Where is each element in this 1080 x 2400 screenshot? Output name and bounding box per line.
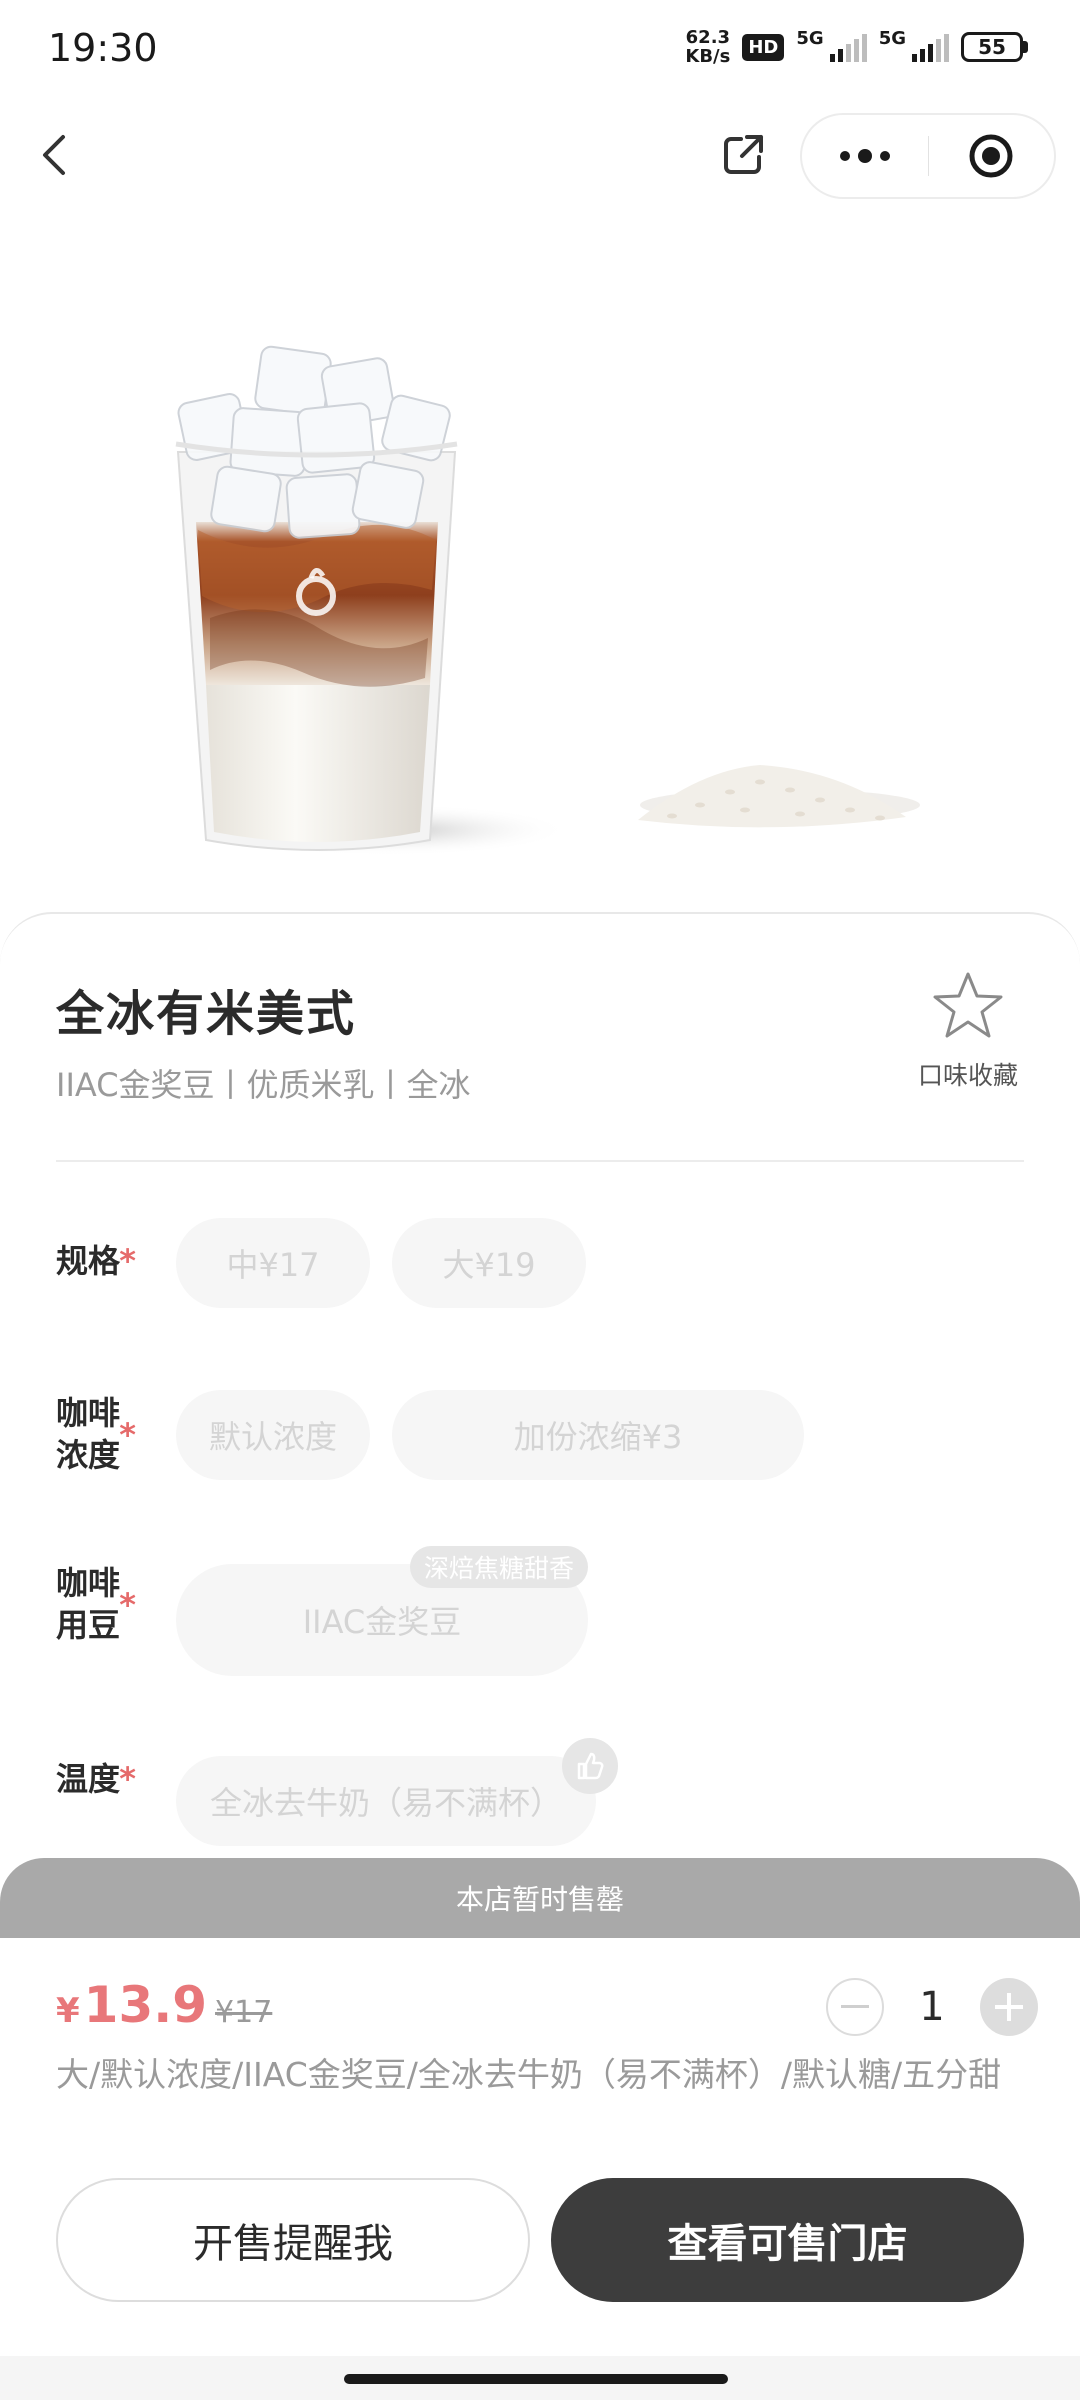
required-mark: *	[119, 1242, 137, 1280]
product-image	[0, 300, 1080, 880]
required-mark: *	[119, 1586, 137, 1624]
signal-icon	[829, 32, 867, 62]
price-row: ¥ 13.9 ¥17	[56, 1976, 272, 2034]
hd-icon: HD	[742, 33, 785, 61]
required-mark: *	[119, 1416, 137, 1454]
close-miniprogram-button[interactable]	[928, 115, 1054, 197]
original-price: ¥17	[215, 1995, 273, 2030]
back-button[interactable]	[20, 120, 90, 190]
strength-option-default[interactable]: 默认浓度	[176, 1390, 370, 1480]
selection-summary: 大/默认浓度/IIAC金奖豆/全冰去牛奶（易不满杯）/默认糖/五分甜	[56, 2055, 1002, 2094]
current-price: 13.9	[83, 1976, 208, 2034]
signal-icon	[912, 32, 949, 62]
more-button[interactable]	[802, 115, 928, 197]
checkout-panel: ¥ 13.9 ¥17 1 大/默认浓度/IIAC金奖豆/全冰去牛奶（易不满杯）/…	[0, 1938, 1080, 2400]
sale-reminder-button[interactable]: 开售提醒我	[56, 2178, 530, 2302]
more-dots-icon	[839, 149, 890, 163]
back-arrow-icon	[43, 135, 65, 175]
coffee-beans-label: 咖啡 用豆 *	[56, 1564, 137, 1644]
minus-icon	[841, 2005, 869, 2008]
plus-icon	[995, 1993, 1023, 2021]
status-bar: 19:30 62.3 KB/s HD 5G 5G 55	[0, 0, 1080, 100]
currency-symbol: ¥	[56, 1991, 80, 2031]
battery-icon: 55	[961, 32, 1028, 62]
divider	[56, 1160, 1024, 1162]
sold-out-banner: 本店暂时售罄	[0, 1858, 1080, 1938]
size-label: 规格 *	[56, 1242, 137, 1280]
network-type-label: 5G	[878, 28, 906, 49]
network-type-label: 5G	[796, 28, 824, 49]
beans-flavor-tag: 深焙焦糖甜香	[410, 1546, 589, 1588]
battery-level: 55	[961, 32, 1023, 62]
view-available-stores-button[interactable]: 查看可售门店	[551, 2178, 1024, 2302]
target-icon	[969, 134, 1013, 178]
temperature-option-full-ice[interactable]: 全冰去牛奶（易不满杯）	[176, 1756, 596, 1846]
star-icon	[933, 972, 1003, 1038]
favorite-label: 口味收藏	[917, 1061, 1018, 1090]
size-option-medium[interactable]: 中¥17	[176, 1218, 370, 1308]
product-tags: IIAC金奖豆丨优质米乳丨全冰	[56, 1066, 471, 1104]
share-button[interactable]	[710, 122, 776, 188]
product-detail-card: 全冰有米美式 IIAC金奖豆丨优质米乳丨全冰 口味收藏 规格 * 中¥17 大¥1…	[0, 912, 1080, 1912]
network-speed: 62.3 KB/s	[685, 27, 731, 67]
status-time: 19:30	[48, 26, 158, 70]
quantity-stepper: 1	[826, 1978, 1038, 2036]
quantity-value: 1	[919, 1984, 945, 2030]
increase-quantity-button[interactable]	[980, 1978, 1038, 2036]
home-indicator[interactable]	[344, 2374, 728, 2384]
temperature-label: 温度 *	[56, 1760, 137, 1798]
recommended-badge	[562, 1738, 618, 1794]
share-icon	[724, 135, 763, 174]
required-mark: *	[119, 1760, 137, 1798]
coffee-strength-label: 咖啡 浓度 *	[56, 1394, 137, 1474]
decrease-quantity-button[interactable]	[826, 1978, 884, 2036]
size-option-large[interactable]: 大¥19	[392, 1218, 586, 1308]
favorite-button[interactable]: 口味收藏	[900, 970, 1036, 1092]
thumbs-up-icon	[577, 1752, 604, 1780]
strength-option-extra-shot[interactable]: 加份浓缩¥3	[392, 1390, 804, 1480]
miniprogram-capsule	[800, 113, 1056, 199]
status-icons: 62.3 KB/s HD 5G 5G 55	[685, 28, 1028, 66]
product-title: 全冰有米美式	[56, 986, 357, 1042]
